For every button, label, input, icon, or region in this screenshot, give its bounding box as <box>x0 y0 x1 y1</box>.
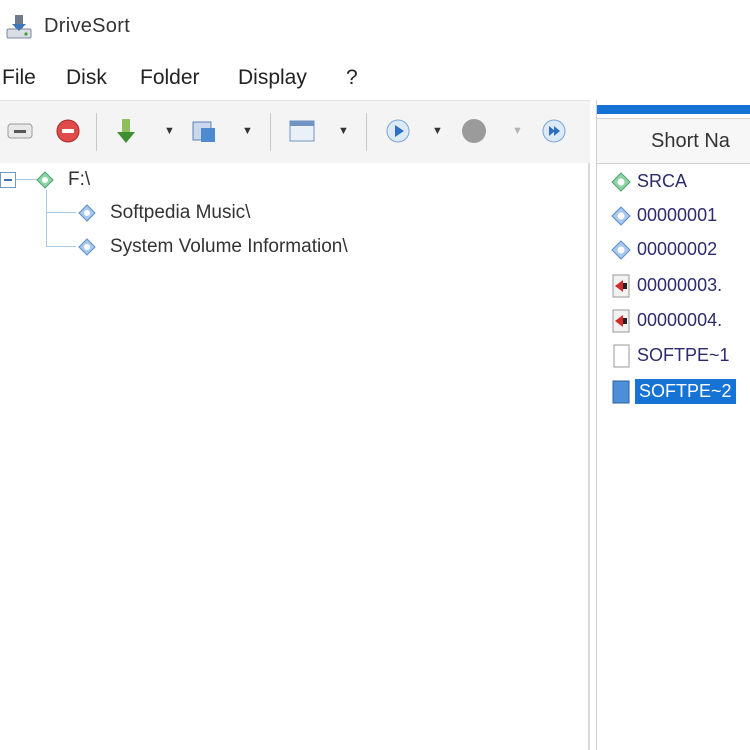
file-row[interactable]: 00000001 <box>597 200 750 232</box>
tree-node-label: System Volume Information\ <box>110 236 348 257</box>
file-list-pane[interactable]: Short Na SRCA 00000001 00000002 00000003… <box>596 100 750 750</box>
view-icon <box>192 121 215 142</box>
tree-connector <box>46 246 76 247</box>
forward-icon <box>542 119 566 143</box>
blank-file-icon <box>613 344 630 368</box>
collapse-toggle-icon[interactable] <box>0 172 16 188</box>
blue-file-icon <box>612 380 630 404</box>
file-row-selected[interactable]: SOFTPE~2 <box>597 376 750 408</box>
toolbar-separator <box>270 113 271 151</box>
chevron-down-icon[interactable]: ▼ <box>242 125 253 137</box>
column-header-label: Short Na <box>651 130 730 152</box>
column-header-short-name[interactable]: Short Na <box>597 118 750 164</box>
menu-disk[interactable]: Disk <box>66 66 107 90</box>
audio-file-icon <box>612 309 630 333</box>
file-name: SRCA <box>637 171 688 191</box>
tree-node-softpedia-music[interactable]: Softpedia Music\ <box>78 198 250 228</box>
tree-node-label: Softpedia Music\ <box>110 202 251 223</box>
pane-accent-bar <box>597 105 750 114</box>
menu-display[interactable]: Display <box>238 66 307 90</box>
folder-node-icon <box>78 238 96 256</box>
stop-button[interactable] <box>50 113 86 149</box>
tree-connector <box>46 212 76 213</box>
file-name: 00000003. <box>637 275 723 295</box>
file-name: SOFTPE~1 <box>637 345 730 365</box>
chevron-down-icon[interactable]: ▼ <box>512 125 523 137</box>
file-name: SOFTPE~2 <box>635 379 736 404</box>
tree-node-root[interactable]: F:\ <box>36 165 90 195</box>
menu-file[interactable]: File <box>2 66 36 90</box>
layout-icon <box>289 120 315 142</box>
play-icon <box>386 119 410 143</box>
file-row[interactable]: 00000003. <box>597 270 750 302</box>
record-button[interactable] <box>456 113 492 149</box>
tree-node-label: F:\ <box>68 169 91 190</box>
menu-bar: File Disk Folder Display ? <box>0 56 750 100</box>
layout-button[interactable] <box>284 113 320 149</box>
stop-icon <box>56 119 80 143</box>
file-name: 00000002 <box>637 239 718 259</box>
tree-connector <box>46 190 47 246</box>
minus-icon <box>7 123 33 139</box>
file-row[interactable]: SOFTPE~1 <box>597 340 750 372</box>
sort-down-icon <box>117 119 135 143</box>
file-name: 00000004. <box>637 310 723 330</box>
forward-button[interactable] <box>536 113 572 149</box>
view-button[interactable] <box>186 113 222 149</box>
toolbar-separator <box>366 113 367 151</box>
file-name: 00000001 <box>637 205 718 225</box>
app-title: DriveSort <box>44 15 131 37</box>
tree-node-system-volume-information[interactable]: System Volume Information\ <box>78 232 348 262</box>
file-row[interactable]: SRCA <box>597 166 750 198</box>
minus-button[interactable] <box>2 113 38 149</box>
title-bar: DriveSort <box>0 0 750 56</box>
file-row[interactable]: 00000004. <box>597 305 750 337</box>
folder-blue-icon <box>611 206 631 226</box>
sort-down-button[interactable] <box>108 113 144 149</box>
toolbar: ▼ ▼ ▼ ▼ ▼ <box>0 100 590 164</box>
folder-node-icon <box>78 204 96 222</box>
menu-help[interactable]: ? <box>346 66 358 90</box>
app-logo-icon <box>6 15 32 39</box>
toolbar-separator <box>96 113 97 151</box>
chevron-down-icon[interactable]: ▼ <box>338 125 349 137</box>
folder-blue-icon <box>611 240 631 260</box>
audio-file-icon <box>612 274 630 298</box>
folder-green-icon <box>611 172 631 192</box>
tree-connector <box>16 179 38 180</box>
file-row[interactable]: 00000002 <box>597 234 750 266</box>
record-icon <box>462 119 486 143</box>
play-button[interactable] <box>380 113 416 149</box>
drive-node-icon <box>36 171 54 189</box>
chevron-down-icon[interactable]: ▼ <box>164 125 175 137</box>
chevron-down-icon[interactable]: ▼ <box>432 125 443 137</box>
menu-folder[interactable]: Folder <box>140 66 200 90</box>
